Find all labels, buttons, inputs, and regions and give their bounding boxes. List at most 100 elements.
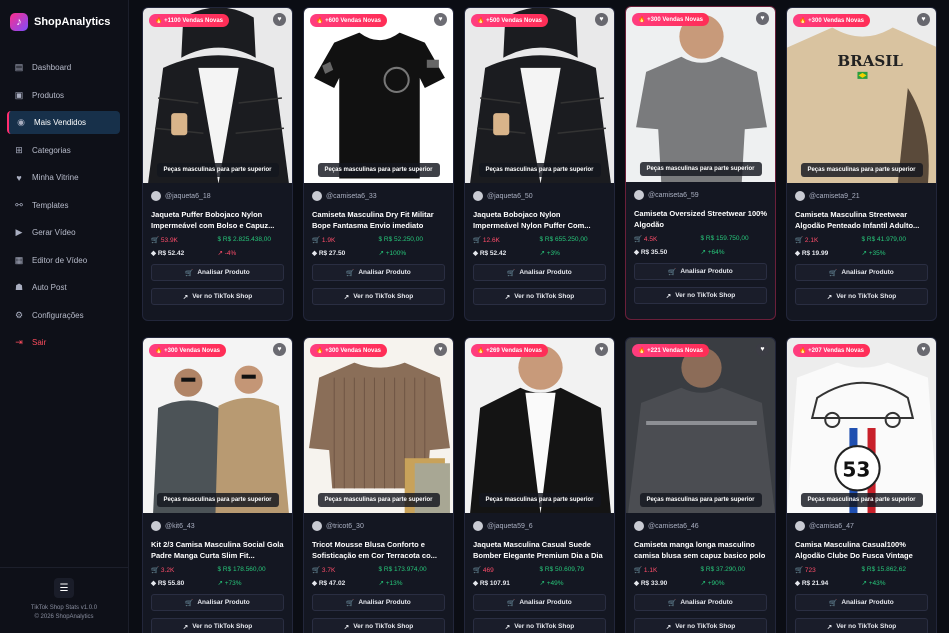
sidebar-item-mais-vendidos[interactable]: ◉ Mais Vendidos bbox=[7, 111, 120, 134]
view-tiktok-shop-button[interactable]: ↗ Ver no TikTok Shop bbox=[151, 618, 284, 633]
analyze-product-button[interactable]: 🛒 Analisar Produto bbox=[151, 264, 284, 281]
product-card[interactable]: BRASIL 🔥 +300 Vendas Novas ♥ Peças masculin… bbox=[786, 7, 937, 321]
analyze-product-button[interactable]: 🛒 Analisar Produto bbox=[634, 594, 767, 611]
sidebar-item-editor-de-v-deo[interactable]: ▦ Editor de Vídeo bbox=[7, 249, 120, 272]
price: ◆ R$ 47.02 bbox=[312, 579, 379, 587]
product-image[interactable] bbox=[143, 338, 292, 513]
view-tiktok-shop-button[interactable]: ↗ Ver no TikTok Shop bbox=[312, 618, 445, 633]
external-link-icon: ↗ bbox=[343, 623, 350, 631]
product-card[interactable]: 🔥 +500 Vendas Novas ♥ Peças masculinas par… bbox=[464, 7, 615, 321]
analyze-product-button[interactable]: 🛒 Analisar Produto bbox=[151, 594, 284, 611]
view-tiktok-shop-button[interactable]: ↗ Ver no TikTok Shop bbox=[312, 288, 445, 305]
analyze-product-button[interactable]: 🛒 Analisar Produto bbox=[473, 594, 606, 611]
product-card[interactable]: 🔥 +300 Vendas Novas ♥ Peças masculinas par… bbox=[625, 6, 776, 320]
sold-count: 🛒 53.9K bbox=[151, 236, 218, 244]
heart-icon[interactable]: ♥ bbox=[917, 343, 930, 356]
product-image[interactable]: 53 bbox=[787, 338, 936, 513]
tiktok-label: Ver no TikTok Shop bbox=[836, 293, 897, 300]
price: ◆ R$ 55.80 bbox=[151, 579, 218, 587]
analyze-product-button[interactable]: 🛒 Analisar Produto bbox=[795, 264, 928, 281]
heart-icon[interactable]: ♥ bbox=[756, 343, 769, 356]
sidebar-item-sair[interactable]: ⇥ Sair bbox=[7, 331, 120, 354]
heart-icon[interactable]: ♥ bbox=[595, 343, 608, 356]
analyze-product-button[interactable]: 🛒 Analisar Produto bbox=[312, 594, 445, 611]
card-body: @camiseta6_59 Camiseta Oversized Streetwe… bbox=[626, 182, 775, 319]
product-card[interactable]: 🔥 +300 Vendas Novas ♥ Peças masculinas par… bbox=[303, 337, 454, 633]
seller[interactable]: @tricot6_30 bbox=[312, 519, 445, 533]
view-tiktok-shop-button[interactable]: ↗ Ver no TikTok Shop bbox=[795, 288, 928, 305]
heart-icon[interactable]: ♥ bbox=[434, 13, 447, 26]
trend-icon: ↗ bbox=[378, 580, 386, 587]
analyze-product-button[interactable]: 🛒 Analisar Produto bbox=[634, 263, 767, 280]
view-tiktok-shop-button[interactable]: ↗ Ver no TikTok Shop bbox=[634, 287, 767, 304]
sidebar-item-categorias[interactable]: ⊞ Categorias bbox=[7, 139, 120, 162]
view-tiktok-shop-button[interactable]: ↗ Ver no TikTok Shop bbox=[795, 618, 928, 633]
seller[interactable]: @camisa6_47 bbox=[795, 519, 928, 533]
sidebar-item-produtos[interactable]: ▣ Produtos bbox=[7, 84, 120, 107]
trend-icon: ↗ bbox=[378, 250, 386, 257]
product-image[interactable] bbox=[626, 338, 775, 513]
analyze-product-button[interactable]: 🛒 Analisar Produto bbox=[473, 264, 606, 281]
category-tag: Peças masculinas para parte superior bbox=[317, 163, 440, 177]
sold-count: 🛒 3.2K bbox=[151, 566, 218, 574]
sold-value: 2.1K bbox=[804, 237, 819, 244]
collapse-menu-icon[interactable]: ☰ bbox=[54, 578, 74, 598]
heart-icon[interactable]: ♥ bbox=[595, 13, 608, 26]
product-image[interactable] bbox=[626, 7, 775, 182]
heart-icon[interactable]: ♥ bbox=[273, 343, 286, 356]
product-image[interactable] bbox=[304, 8, 453, 183]
heart-icon: ♥ bbox=[16, 172, 22, 183]
sidebar-item-configura-es[interactable]: ⚙ Configurações bbox=[7, 304, 120, 327]
sidebar-item-auto-post[interactable]: ☗ Auto Post bbox=[7, 276, 120, 299]
seller[interactable]: @camiseta6_46 bbox=[634, 519, 767, 533]
seller[interactable]: @jaqueta6_18 bbox=[151, 189, 284, 203]
product-card[interactable]: 🔥 +600 Vendas Novas ♥ Peças masculinas par… bbox=[303, 7, 454, 321]
product-card[interactable]: 53 🔥 +207 Vendas Novas ♥ Peças masculinas p… bbox=[786, 337, 937, 633]
seller[interactable]: @jaqueta59_6 bbox=[473, 519, 606, 533]
heart-icon[interactable]: ♥ bbox=[273, 13, 286, 26]
view-tiktok-shop-button[interactable]: ↗ Ver no TikTok Shop bbox=[473, 288, 606, 305]
seller[interactable]: @camiseta6_59 bbox=[634, 188, 767, 202]
revenue-value: R$ 173.974,00 bbox=[383, 566, 427, 573]
product-image[interactable] bbox=[465, 8, 614, 183]
seller[interactable]: @kit6_43 bbox=[151, 519, 284, 533]
category-tag: Peças masculinas para parte superior bbox=[639, 493, 762, 507]
view-tiktok-shop-button[interactable]: ↗ Ver no TikTok Shop bbox=[151, 288, 284, 305]
product-image[interactable] bbox=[304, 338, 453, 513]
price: ◆ R$ 19.99 bbox=[795, 249, 862, 257]
sidebar-item-dashboard[interactable]: ▤ Dashboard bbox=[7, 56, 120, 79]
tag-icon: ◆ bbox=[634, 580, 641, 587]
sidebar-item-templates[interactable]: ⚯ Templates bbox=[7, 194, 120, 217]
product-card[interactable]: 🔥 +300 Vendas Novas ♥ Peças masculinas par… bbox=[142, 337, 293, 633]
product-card[interactable]: 🔥 +1100 Vendas Novas ♥ Peças masculinas pa… bbox=[142, 7, 293, 321]
view-tiktok-shop-button[interactable]: ↗ Ver no TikTok Shop bbox=[634, 618, 767, 633]
link-icon: ⚯ bbox=[15, 199, 23, 210]
growth-value: +90% bbox=[707, 580, 725, 587]
growth: ↗ +90% bbox=[701, 579, 768, 587]
brand[interactable]: ♪ ShopAnalytics bbox=[0, 0, 128, 44]
sidebar-item-minha-vitrine[interactable]: ♥ Minha Vitrine bbox=[7, 166, 120, 189]
sidebar-item-gerar-v-deo[interactable]: ▶ Gerar Vídeo bbox=[7, 221, 120, 244]
trend-icon: ↗ bbox=[217, 580, 225, 587]
trend-icon: ↗ bbox=[539, 250, 547, 257]
tag-icon: ◆ bbox=[473, 250, 480, 257]
sold-count: 🛒 723 bbox=[795, 566, 862, 574]
heart-icon[interactable]: ♥ bbox=[917, 13, 930, 26]
view-tiktok-shop-button[interactable]: ↗ Ver no TikTok Shop bbox=[473, 618, 606, 633]
analyze-product-button[interactable]: 🛒 Analisar Produto bbox=[312, 264, 445, 281]
product-title: Kit 2/3 Camisa Masculina Social Gola Pad… bbox=[151, 540, 284, 560]
analyze-product-button[interactable]: 🛒 Analisar Produto bbox=[795, 594, 928, 611]
product-image[interactable] bbox=[143, 8, 292, 183]
product-stats: 🛒 723 $ R$ 15.862,62 ◆ R$ 21.94 ↗ +43% bbox=[795, 566, 928, 587]
product-card[interactable]: 🔥 +269 Vendas Novas ♥ Peças masculinas par… bbox=[464, 337, 615, 633]
product-image[interactable]: BRASIL bbox=[787, 8, 936, 183]
sold-count: 🛒 1.9K bbox=[312, 236, 379, 244]
product-image[interactable] bbox=[465, 338, 614, 513]
seller[interactable]: @camiseta9_21 bbox=[795, 189, 928, 203]
seller[interactable]: @camiseta6_33 bbox=[312, 189, 445, 203]
heart-icon[interactable]: ♥ bbox=[434, 343, 447, 356]
product-card[interactable]: 🔥 +221 Vendas Novas ♥ Peças masculinas par… bbox=[625, 337, 776, 633]
heart-icon[interactable]: ♥ bbox=[756, 12, 769, 25]
product-stats: 🛒 1.9K $ R$ 52.250,00 ◆ R$ 27.50 ↗ +100% bbox=[312, 236, 445, 257]
seller[interactable]: @jaqueta6_50 bbox=[473, 189, 606, 203]
